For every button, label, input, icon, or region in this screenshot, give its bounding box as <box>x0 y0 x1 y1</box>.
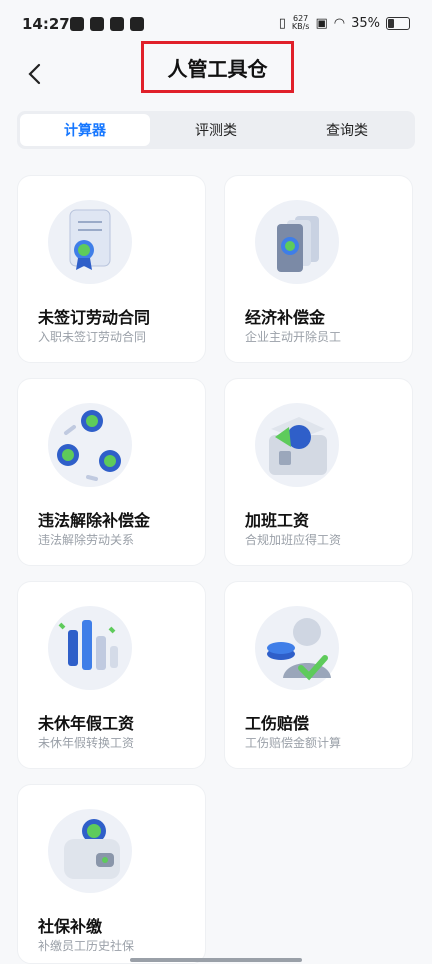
app-icon-3 <box>130 17 144 31</box>
treasure-box-icon <box>255 403 339 487</box>
title-highlight: 人管工具仓 <box>141 41 294 93</box>
card-desc: 入职未签订劳动合同 <box>38 330 147 344</box>
chevron-left-icon <box>28 63 41 85</box>
card-desc: 违法解除劳动关系 <box>38 533 135 547</box>
injured-worker-icon <box>255 606 339 690</box>
category-tabs: 计算器 评测类 查询类 <box>17 111 415 149</box>
tab-evaluation[interactable]: 评测类 <box>151 114 281 146</box>
app-icon-1 <box>70 17 84 31</box>
coin-cycle-icon <box>48 403 132 487</box>
card-desc: 工伤赔偿金额计算 <box>245 736 342 750</box>
tool-card[interactable]: 社保补缴 补缴员工历史社保 <box>17 784 206 964</box>
status-right: ▯ 627 KB/s ▣ ◠ 35% <box>279 15 410 31</box>
card-title: 工伤赔偿 <box>245 714 310 733</box>
tool-card[interactable]: 加班工资 合规加班应得工资 <box>224 378 413 566</box>
net-speed: 627 KB/s <box>291 14 310 31</box>
tiktok-icon <box>90 17 104 31</box>
sim-icon: ▣ <box>315 15 328 31</box>
vibrate-icon: ▯ <box>278 15 286 31</box>
tab-query[interactable]: 查询类 <box>282 114 412 146</box>
battery-icon <box>386 16 410 30</box>
back-button[interactable] <box>22 62 46 86</box>
app-icon-2 <box>110 17 124 31</box>
money-stack-icon <box>255 200 339 284</box>
card-title: 违法解除补偿金 <box>38 511 151 530</box>
tool-card[interactable]: 未签订劳动合同 入职未签订劳动合同 <box>17 175 206 363</box>
tool-card[interactable]: 违法解除补偿金 违法解除劳动关系 <box>17 378 206 566</box>
wallet-icon <box>48 809 132 893</box>
card-desc: 企业主动开除员工 <box>245 330 342 344</box>
battery-percent: 35% <box>351 15 380 31</box>
tab-calculator[interactable]: 计算器 <box>20 114 150 146</box>
home-indicator <box>130 958 302 962</box>
card-desc: 合规加班应得工资 <box>245 533 342 547</box>
notification-icons <box>70 17 144 31</box>
card-title: 经济补偿金 <box>245 308 326 327</box>
card-title: 社保补缴 <box>38 917 103 936</box>
wifi-icon: ◠ <box>333 15 346 31</box>
calendar-chart-icon <box>48 606 132 690</box>
card-desc: 补缴员工历史社保 <box>38 939 135 953</box>
page-title: 人管工具仓 <box>167 56 268 81</box>
card-title: 未休年假工资 <box>38 714 135 733</box>
card-title: 未签订劳动合同 <box>38 308 151 327</box>
card-title: 加班工资 <box>245 511 310 530</box>
status-time: 14:27 <box>22 15 70 33</box>
tool-card[interactable]: 工伤赔偿 工伤赔偿金额计算 <box>224 581 413 769</box>
tool-card[interactable]: 经济补偿金 企业主动开除员工 <box>224 175 413 363</box>
tool-card[interactable]: 未休年假工资 未休年假转换工资 <box>17 581 206 769</box>
card-desc: 未休年假转换工资 <box>38 736 135 750</box>
contract-certificate-icon <box>48 200 132 284</box>
